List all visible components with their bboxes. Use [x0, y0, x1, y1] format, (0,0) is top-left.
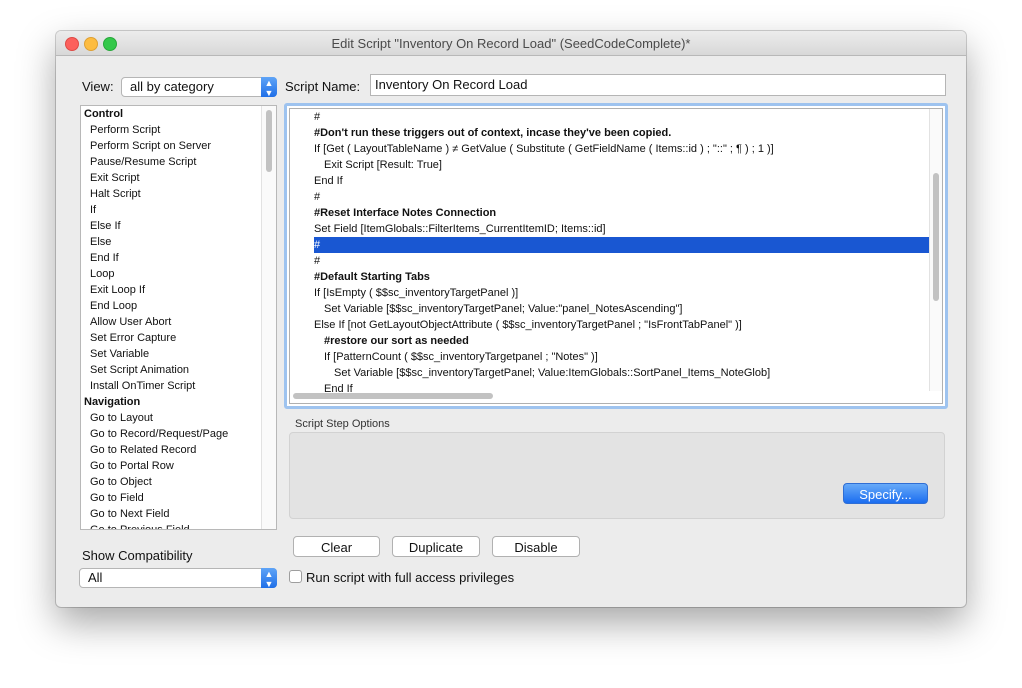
script-editor[interactable]: # #Don't run these triggers out of contex…	[284, 103, 948, 409]
step-item[interactable]: Loop	[81, 266, 276, 282]
script-line[interactable]: Exit Script [Result: True]	[314, 157, 931, 173]
step-item[interactable]: Go to Object	[81, 474, 276, 490]
view-label: View:	[82, 79, 114, 94]
script-step-options-label: Script Step Options	[295, 418, 390, 430]
step-item[interactable]: End Loop	[81, 298, 276, 314]
step-item[interactable]: Set Variable	[81, 346, 276, 362]
popup-arrows-icon: ▲ ▼	[261, 568, 277, 589]
script-steps-items: Control Perform Script Perform Script on S…	[81, 106, 276, 529]
step-item[interactable]: Halt Script	[81, 186, 276, 202]
script-name-label: Script Name:	[285, 79, 361, 94]
step-item[interactable]: Else	[81, 234, 276, 250]
script-line[interactable]: #restore our sort as needed	[314, 333, 931, 349]
full-access-checkbox[interactable]	[289, 570, 302, 583]
step-category[interactable]: Navigation	[81, 394, 276, 410]
step-item[interactable]: End If	[81, 250, 276, 266]
step-item[interactable]: Go to Record/Request/Page	[81, 426, 276, 442]
edit-script-window: Edit Script "Inventory On Record Load" (…	[56, 31, 966, 607]
script-name-input[interactable]: Inventory On Record Load	[370, 74, 946, 96]
script-line[interactable]: #	[314, 109, 931, 125]
window-title: Edit Script "Inventory On Record Load" (…	[331, 36, 691, 51]
step-item[interactable]: Exit Script	[81, 170, 276, 186]
step-item[interactable]: Go to Related Record	[81, 442, 276, 458]
script-line[interactable]: If [PatternCount ( $$sc_inventoryTargetp…	[314, 349, 931, 365]
script-line[interactable]: If [IsEmpty ( $$sc_inventoryTargetPanel …	[314, 285, 931, 301]
step-item[interactable]: Perform Script on Server	[81, 138, 276, 154]
steps-list-scrollbar[interactable]	[261, 106, 276, 529]
step-item[interactable]: Perform Script	[81, 122, 276, 138]
show-compatibility-label: Show Compatibility	[82, 548, 193, 563]
duplicate-button[interactable]: Duplicate	[392, 536, 480, 557]
script-line[interactable]: Set Field [ItemGlobals::FilterItems_Curr…	[314, 221, 931, 237]
step-item[interactable]: Set Error Capture	[81, 330, 276, 346]
script-line[interactable]: If [Get ( LayoutTableName ) ≠ GetValue (…	[314, 141, 931, 157]
step-item[interactable]: Install OnTimer Script	[81, 378, 276, 394]
step-item[interactable]: Pause/Resume Script	[81, 154, 276, 170]
step-item[interactable]: Go to Field	[81, 490, 276, 506]
script-vertical-scrollbar[interactable]	[929, 109, 942, 391]
step-item[interactable]: Go to Portal Row	[81, 458, 276, 474]
script-editor-content[interactable]: # #Don't run these triggers out of contex…	[289, 108, 943, 404]
view-popup[interactable]: all by category ▲ ▼	[121, 77, 277, 98]
script-line[interactable]: #Default Starting Tabs	[314, 269, 931, 285]
script-line[interactable]: #	[314, 253, 931, 269]
step-item[interactable]: If	[81, 202, 276, 218]
script-line[interactable]: Set Variable [$$sc_inventoryTargetPanel;…	[314, 301, 931, 317]
compatibility-popup[interactable]: All ▲ ▼	[79, 568, 277, 589]
step-item[interactable]: Go to Layout	[81, 410, 276, 426]
script-line[interactable]: #Don't run these triggers out of context…	[314, 125, 931, 141]
script-step-options-panel: Specify...	[289, 432, 945, 519]
full-access-label[interactable]: Run script with full access privileges	[306, 570, 514, 585]
step-item[interactable]: Set Script Animation	[81, 362, 276, 378]
script-horizontal-scroll-thumb[interactable]	[293, 393, 493, 399]
step-item[interactable]: Go to Next Field	[81, 506, 276, 522]
step-item[interactable]: Allow User Abort	[81, 314, 276, 330]
steps-list-scroll-thumb[interactable]	[266, 110, 272, 172]
step-category[interactable]: Control	[81, 106, 276, 122]
script-line[interactable]: End If	[314, 173, 931, 189]
script-vertical-scroll-thumb[interactable]	[933, 173, 939, 301]
step-item[interactable]: Go to Previous Field	[81, 522, 276, 529]
specify-button[interactable]: Specify...	[843, 483, 928, 504]
step-item[interactable]: Else If	[81, 218, 276, 234]
script-line[interactable]: #	[314, 189, 931, 205]
script-line[interactable]: Else If [not GetLayoutObjectAttribute ( …	[314, 317, 931, 333]
view-popup-value: all by category	[130, 79, 214, 94]
script-steps-list[interactable]: Control Perform Script Perform Script on S…	[80, 105, 277, 530]
clear-button[interactable]: Clear	[293, 536, 380, 557]
popup-arrows-icon: ▲ ▼	[261, 77, 277, 98]
script-line[interactable]: #Reset Interface Notes Connection	[314, 205, 931, 221]
disable-button[interactable]: Disable	[492, 536, 580, 557]
step-item[interactable]: Exit Loop If	[81, 282, 276, 298]
compatibility-popup-value: All	[88, 570, 103, 585]
title-bar[interactable]: Edit Script "Inventory On Record Load" (…	[56, 31, 966, 56]
script-line[interactable]: Set Variable [$$sc_inventoryTargetPanel;…	[314, 365, 931, 381]
script-line-selected[interactable]: #	[314, 237, 931, 253]
